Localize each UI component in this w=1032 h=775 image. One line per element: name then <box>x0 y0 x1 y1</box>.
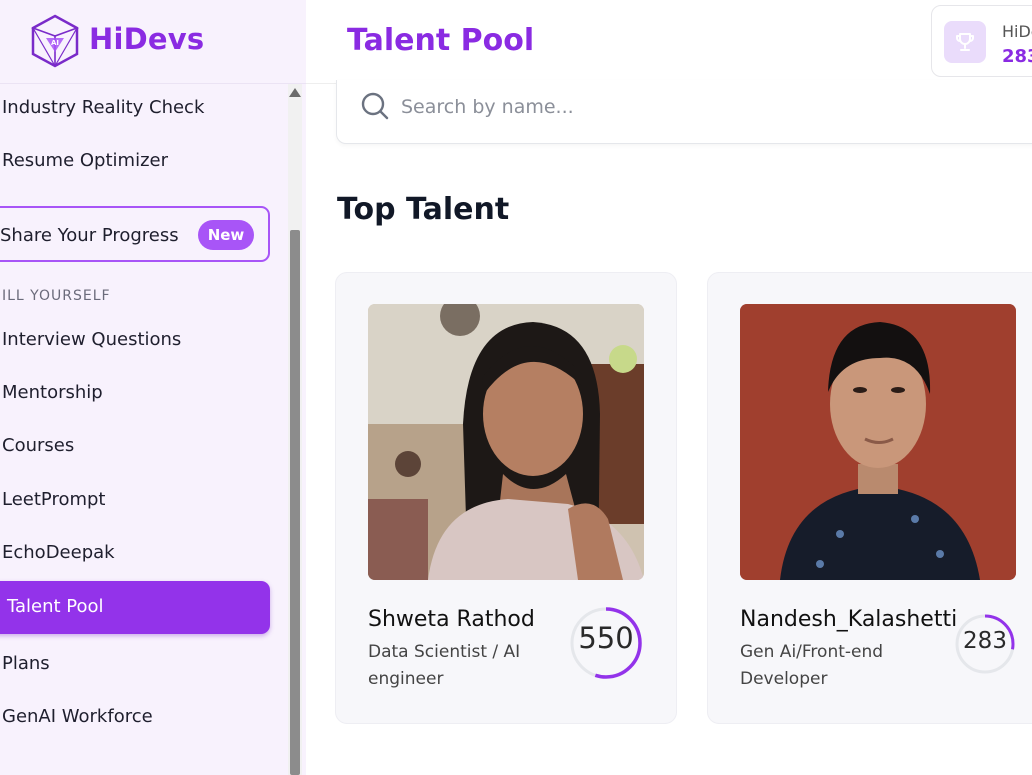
svg-text:AI: AI <box>51 39 59 47</box>
sidebar-item-courses[interactable]: Courses <box>2 435 74 456</box>
sidebar-item-interview-questions[interactable]: Interview Questions <box>2 329 181 350</box>
scroll-up-arrow-icon[interactable] <box>289 88 301 97</box>
talent-card[interactable]: Shweta Rathod Data Scientist / AI engine… <box>335 272 677 724</box>
search-bar <box>336 80 1032 144</box>
sidebar-item-genai-workforce[interactable]: GenAI Workforce <box>2 706 153 727</box>
search-input[interactable] <box>401 92 1001 122</box>
sidebar-item-mentorship[interactable]: Mentorship <box>2 382 103 403</box>
sidebar-item-industry-reality-check[interactable]: Industry Reality Check <box>2 97 204 118</box>
talent-score: 550 <box>578 621 634 655</box>
hidevs-logo-icon: AI <box>31 14 79 68</box>
profile-photo <box>740 304 1016 580</box>
sidebar-item-label: Talent Pool <box>7 596 104 617</box>
user-score-chip[interactable]: HiDe 283 <box>931 5 1032 77</box>
talent-role: Data Scientist / AI engineer <box>368 642 521 689</box>
talent-role: Gen Ai/Front-end Developer <box>740 642 884 689</box>
sidebar-item-resume-optimizer[interactable]: Resume Optimizer <box>2 150 168 171</box>
talent-card[interactable]: Nandesh_Kalashetti Gen Ai/Front-end Deve… <box>707 272 1032 724</box>
brand-name: HiDevs <box>89 22 205 56</box>
search-icon <box>361 92 389 120</box>
sidebar-item-plans[interactable]: Plans <box>2 653 50 674</box>
new-badge: New <box>198 220 254 250</box>
user-chip-score: 283 <box>1002 46 1032 67</box>
scrollbar-thumb[interactable] <box>290 230 300 775</box>
logo-area[interactable]: AI HiDevs <box>0 0 306 84</box>
top-talent-heading: Top Talent <box>337 192 510 227</box>
sidebar-scrollbar[interactable] <box>288 84 302 775</box>
page-title: Talent Pool <box>347 23 535 58</box>
talent-score: 283 <box>963 628 1007 654</box>
user-chip-name: HiDe <box>1002 22 1032 41</box>
profile-photo <box>368 304 644 580</box>
sidebar-item-talent-pool[interactable]: Talent Pool <box>0 581 270 634</box>
sidebar-section-label: ILL YOURSELF <box>2 288 111 304</box>
sidebar-nav: Industry Reality Check Resume Optimizer … <box>0 84 288 775</box>
trophy-icon <box>956 33 974 51</box>
sidebar-item-echodeepak[interactable]: EchoDeepak <box>2 542 115 563</box>
talent-name: Nandesh_Kalashetti <box>740 607 958 632</box>
sidebar: AI HiDevs Industry Reality Check Resume … <box>0 0 306 775</box>
talent-name: Shweta Rathod <box>368 607 535 632</box>
trophy-badge <box>944 21 986 63</box>
sidebar-item-leetprompt[interactable]: LeetPrompt <box>2 489 106 510</box>
share-progress-button[interactable]: Share Your Progress New <box>0 206 270 262</box>
share-progress-label: Share Your Progress <box>0 225 179 246</box>
top-header: Talent Pool HiDe 283 <box>306 0 1032 84</box>
